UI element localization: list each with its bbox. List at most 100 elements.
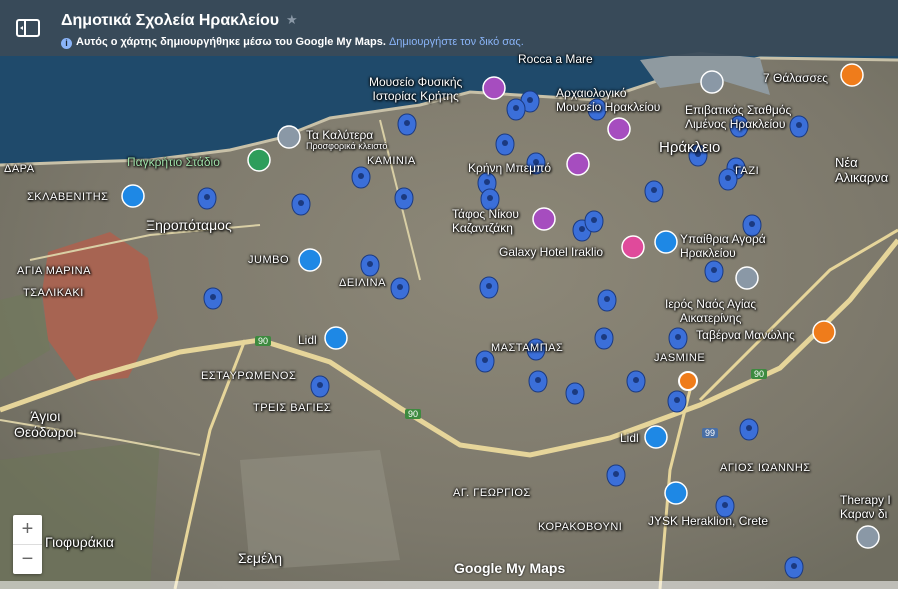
- place-label: ΚΟΡΑΚΟΒΟΥΝΙ: [538, 521, 623, 533]
- food-icon[interactable]: [277, 125, 301, 149]
- zoom-control: + −: [13, 515, 42, 574]
- place-label: JASMINE: [654, 352, 706, 364]
- food-icon[interactable]: [840, 63, 864, 87]
- zoom-out-button[interactable]: −: [13, 545, 42, 574]
- info-text: Αυτός ο χάρτης δημιουργήθηκε μέσω του Go…: [76, 36, 386, 48]
- road-shield: 90: [255, 336, 272, 346]
- school-marker[interactable]: [351, 166, 371, 189]
- school-marker[interactable]: [644, 180, 664, 203]
- place-label: Γιοφυράκια: [45, 534, 115, 550]
- shopping-icon[interactable]: [644, 425, 668, 449]
- place-label: ΤΣΑΛΙΚΑΚΙ: [23, 287, 84, 299]
- place-label: Παγκρήτιο Στάδιο: [127, 155, 220, 169]
- place-label: JUMBO: [248, 254, 289, 266]
- shopping-icon[interactable]: [654, 230, 678, 254]
- school-marker[interactable]: [291, 193, 311, 216]
- stadium-icon[interactable]: [247, 148, 271, 172]
- place-label: Υπαίθρια Αγορά Ηρακλείου: [680, 232, 766, 260]
- place-label: Νέα Αλικαρνα: [835, 155, 889, 185]
- jasmine-marker-icon[interactable]: [678, 371, 698, 391]
- shopping-icon[interactable]: [664, 481, 688, 505]
- school-marker[interactable]: [606, 464, 626, 487]
- place-label: ΑΓ. ΓΕΩΡΓΙΟΣ: [453, 487, 531, 499]
- school-marker[interactable]: [495, 133, 515, 156]
- place-icon[interactable]: [856, 525, 880, 549]
- shopping-icon[interactable]: [298, 248, 322, 272]
- place-label: Τα Καλύτερα: [306, 128, 374, 142]
- place-icon[interactable]: [700, 70, 724, 94]
- school-marker[interactable]: [475, 350, 495, 373]
- place-label: Ξηροπόταμος: [146, 217, 232, 233]
- school-marker[interactable]: [704, 260, 724, 283]
- info-icon: i: [61, 38, 72, 49]
- church-icon[interactable]: [735, 266, 759, 290]
- school-marker[interactable]: [528, 370, 548, 393]
- museum-icon[interactable]: [482, 76, 506, 100]
- place-label: Σεμέλη: [238, 550, 282, 566]
- place-label: Μουσείο Φυσικής Ιστορίας Κρήτης: [369, 75, 463, 103]
- school-marker[interactable]: [667, 390, 687, 413]
- place-label: ΓΑΖΙ: [735, 165, 760, 177]
- place-label: Ιερός Ναός Αγίας Αικατερίνης: [665, 297, 757, 325]
- place-label: Lidl: [620, 431, 639, 445]
- place-label: ΔΑΡΑ: [4, 163, 35, 175]
- school-marker[interactable]: [506, 98, 526, 121]
- school-marker[interactable]: [203, 287, 223, 310]
- star-icon[interactable]: ★: [286, 12, 298, 28]
- museum-icon[interactable]: [532, 207, 556, 231]
- place-label: Galaxy Hotel Iraklio: [499, 245, 604, 259]
- school-marker[interactable]: [739, 418, 759, 441]
- place-label: ΤΡΕΙΣ ΒΑΓΙΕΣ: [253, 402, 332, 414]
- place-label: Κρήνη Μπεμπό: [468, 161, 552, 175]
- zoom-in-button[interactable]: +: [13, 515, 42, 545]
- road-shield: 90: [405, 409, 422, 419]
- place-label: Τάφος Νίκου Καζαντζάκη: [452, 207, 519, 235]
- road-shield: 90: [751, 369, 768, 379]
- google-my-maps-logo: Google My Maps: [454, 560, 566, 576]
- school-marker[interactable]: [479, 276, 499, 299]
- place-label: ΑΓΙΟΣ ΙΩΑΝΝΗΣ: [720, 462, 811, 474]
- place-label: ΚΑΜΙΝΙΑ: [367, 155, 416, 167]
- create-own-link[interactable]: Δημιουργήστε τον δικό σας.: [389, 36, 524, 48]
- place-label: 7 Θάλασσες: [763, 71, 828, 85]
- school-marker[interactable]: [584, 210, 604, 233]
- hotel-icon[interactable]: [621, 235, 645, 259]
- attribution-bar: [0, 581, 898, 589]
- place-label: ΣΚΛΑΒΕΝΙΤΗΣ: [27, 191, 109, 203]
- school-marker[interactable]: [597, 289, 617, 312]
- school-marker[interactable]: [668, 327, 688, 350]
- school-marker[interactable]: [397, 113, 417, 136]
- place-label: ΔΕΙΛΙΝΑ: [339, 277, 386, 289]
- food-icon[interactable]: [812, 320, 836, 344]
- place-label: JYSK Heraklion, Crete: [648, 514, 769, 528]
- place-label: ΜΑΣΤΑΜΠΑΣ: [491, 342, 564, 354]
- school-marker[interactable]: [360, 254, 380, 277]
- sidebar-toggle-icon[interactable]: [16, 16, 40, 40]
- school-marker[interactable]: [197, 187, 217, 210]
- place-label: Άγιοι Θεόδωροι: [14, 408, 77, 440]
- school-marker[interactable]: [310, 375, 330, 398]
- school-marker[interactable]: [394, 187, 414, 210]
- road-shield: 99: [702, 428, 719, 438]
- school-marker[interactable]: [789, 115, 809, 138]
- place-label: Rocca a Mare: [518, 52, 593, 66]
- school-marker[interactable]: [784, 556, 804, 579]
- school-marker[interactable]: [565, 382, 585, 405]
- school-marker[interactable]: [626, 370, 646, 393]
- place-label: Ηράκλειο: [659, 139, 721, 156]
- museum-icon[interactable]: [607, 117, 631, 141]
- place-label: ΕΣΤΑΥΡΩΜΕΝΟΣ: [201, 370, 297, 382]
- place-label: Therapy I Καραν δι: [840, 493, 891, 521]
- school-marker[interactable]: [594, 327, 614, 350]
- place-label: Ταβέρνα Μανώλης: [696, 328, 795, 342]
- map-header: Δημοτικά Σχολεία Ηρακλείου ★ i Αυτός ο χά…: [0, 0, 898, 56]
- shopping-icon[interactable]: [121, 184, 145, 208]
- school-marker[interactable]: [390, 277, 410, 300]
- shopping-icon[interactable]: [324, 326, 348, 350]
- info-line: i Αυτός ο χάρτης δημιουργήθηκε μέσω του G…: [61, 36, 524, 49]
- place-label: Επιβατικός Σταθμός Λιμένος Ηρακλείου: [685, 103, 792, 131]
- place-label: Lidl: [298, 333, 317, 347]
- place-label: Προσφορικά κλειστό: [306, 141, 388, 151]
- museum-icon[interactable]: [566, 152, 590, 176]
- place-label: ΑΓΙΑ ΜΑΡΙΝΑ: [17, 265, 91, 277]
